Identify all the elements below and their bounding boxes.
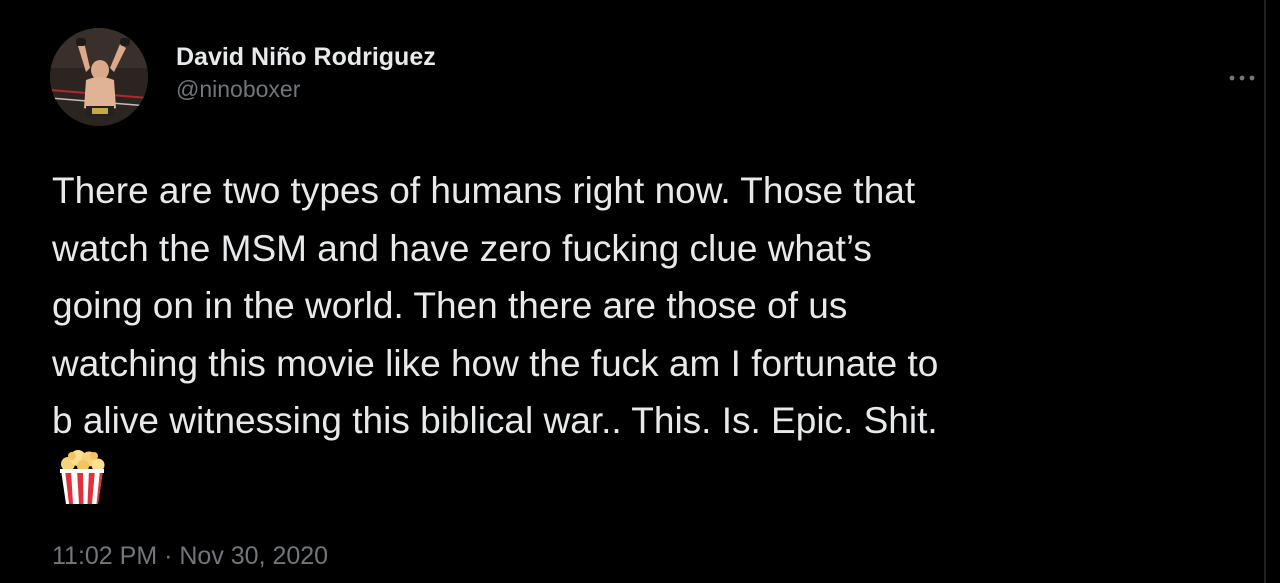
- tweet-card: David Niño Rodriguez @ninoboxer There ar…: [0, 0, 1266, 583]
- tweet-text-line: b alive witnessing this biblical war.. T…: [52, 400, 938, 441]
- author-handle[interactable]: @ninoboxer: [176, 74, 436, 104]
- author-names: David Niño Rodriguez @ninoboxer: [176, 42, 436, 104]
- tweet-text: There are two types of humans right now.…: [52, 162, 1232, 450]
- tweet-text-line: watching this movie like how the fuck am…: [52, 342, 939, 384]
- author-display-name[interactable]: David Niño Rodriguez: [176, 42, 436, 72]
- popcorn-icon: [56, 448, 108, 506]
- tweet-text-line: watch the MSM and have zero fucking clue…: [52, 227, 872, 269]
- tweet-timestamp[interactable]: 11:02 PM · Nov 30, 2020: [52, 541, 328, 571]
- more-options-button[interactable]: [1222, 66, 1262, 90]
- tweet-text-line: There are two types of humans right now.…: [52, 170, 916, 211]
- tweet-header: David Niño Rodriguez @ninoboxer: [50, 28, 1255, 128]
- tweet-text-line: going on in the world. Then there are th…: [52, 285, 848, 326]
- avatar-image: [50, 28, 148, 126]
- more-options-icon: [1229, 75, 1255, 81]
- avatar[interactable]: [50, 28, 148, 126]
